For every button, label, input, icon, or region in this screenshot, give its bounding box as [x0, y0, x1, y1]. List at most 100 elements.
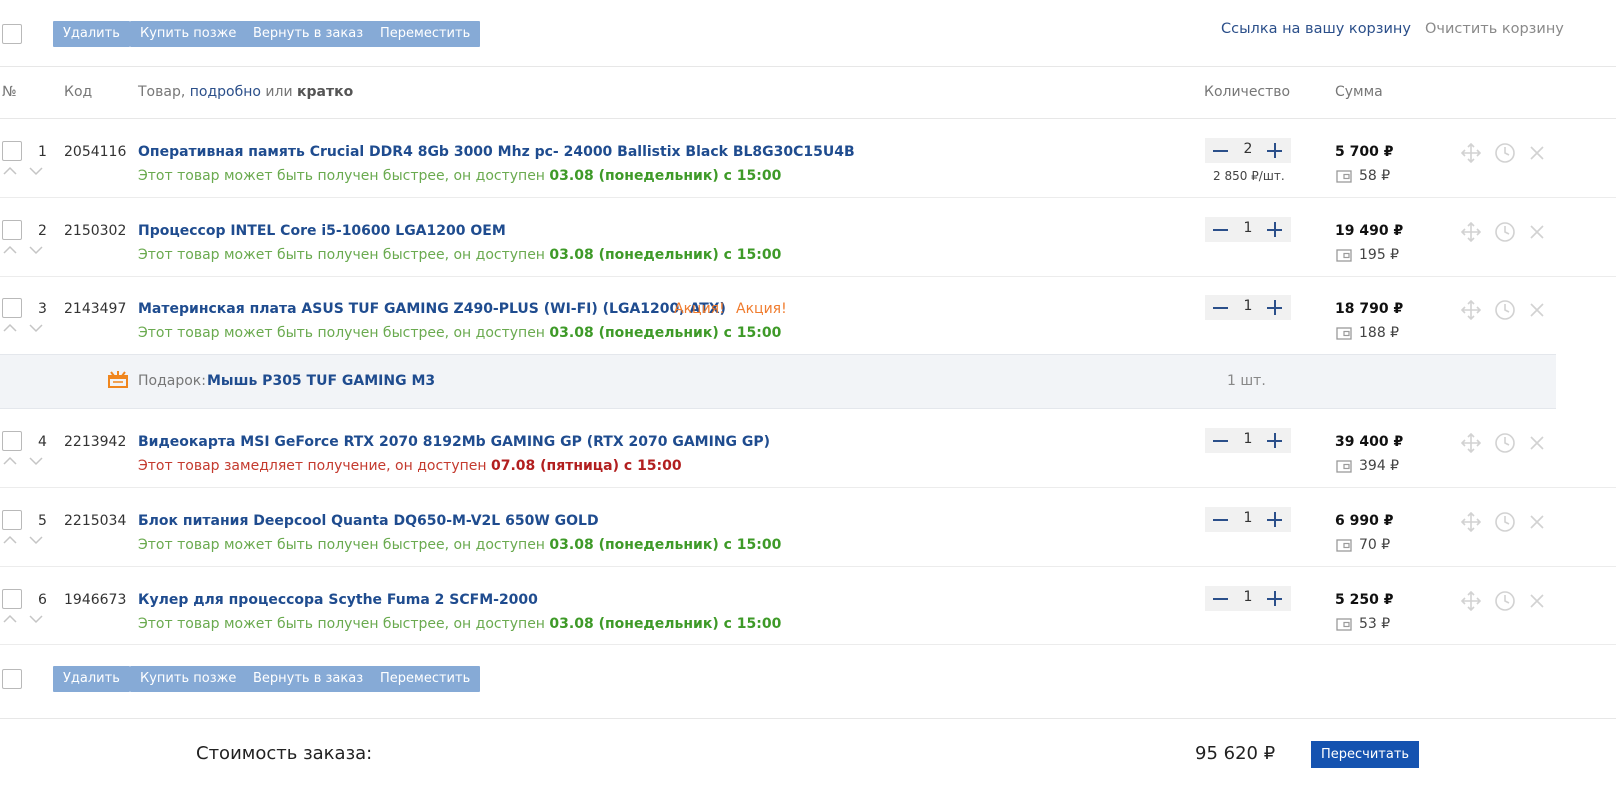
item-title-link[interactable]: Процессор INTEL Core i5-10600 LGA1200 OE… — [138, 223, 506, 239]
item-number: 4 — [38, 434, 47, 450]
move-icon[interactable] — [1460, 221, 1482, 243]
quantity-value[interactable]: 1 — [1233, 589, 1263, 605]
view-brief-link[interactable]: кратко — [297, 84, 353, 100]
close-icon[interactable] — [1526, 221, 1548, 243]
close-icon[interactable] — [1526, 432, 1548, 454]
gift-product-link[interactable]: Мышь P305 TUF GAMING M3 — [207, 373, 435, 389]
item-price: 19 490 ₽ — [1335, 223, 1404, 239]
minus-icon[interactable] — [1207, 138, 1233, 163]
plus-icon[interactable] — [1261, 586, 1287, 611]
item-checkbox[interactable] — [2, 298, 22, 318]
item-title-link[interactable]: Кулер для процессора Scythe Fuma 2 SCFM-… — [138, 592, 538, 608]
clock-icon[interactable] — [1494, 299, 1516, 321]
cart-item-row: 6 1946673 Кулер для процессора Scythe Fu… — [0, 574, 1616, 653]
clock-icon[interactable] — [1494, 142, 1516, 164]
minus-icon[interactable] — [1207, 295, 1233, 320]
select-all-checkbox-bottom[interactable] — [2, 669, 22, 689]
chevron-up-icon[interactable] — [2, 614, 18, 624]
cart-item-row: 3 2143497 Материнская плата ASUS TUF GAM… — [0, 283, 1616, 362]
cart-item-row: 1 2054116 Оперативная память Crucial DDR… — [0, 126, 1616, 205]
item-checkbox[interactable] — [2, 431, 22, 451]
close-icon[interactable] — [1526, 511, 1548, 533]
item-checkbox[interactable] — [2, 220, 22, 240]
chevron-up-icon[interactable] — [2, 245, 18, 255]
move-icon[interactable] — [1460, 432, 1482, 454]
bonus-points: 394 ₽ — [1359, 458, 1400, 474]
wallet-icon — [1336, 539, 1352, 552]
move-icon[interactable] — [1460, 511, 1482, 533]
availability-text: Этот товар замедляет получение, он досту… — [138, 458, 682, 474]
close-icon[interactable] — [1526, 142, 1548, 164]
item-title-link[interactable]: Материнская плата ASUS TUF GAMING Z490-P… — [138, 301, 726, 317]
quantity-value[interactable]: 1 — [1233, 220, 1263, 236]
move-icon[interactable] — [1460, 590, 1482, 612]
plus-icon[interactable] — [1261, 428, 1287, 453]
plus-icon[interactable] — [1261, 507, 1287, 532]
chevron-up-icon[interactable] — [2, 535, 18, 545]
plus-icon[interactable] — [1261, 138, 1287, 163]
order-total-label: Стоимость заказа: — [196, 743, 373, 764]
promo-badge[interactable]: Акция! — [736, 301, 787, 317]
move-button-bottom[interactable]: Переместить — [370, 666, 481, 692]
move-icon[interactable] — [1460, 299, 1482, 321]
chevron-up-icon[interactable] — [2, 166, 18, 176]
quantity-value[interactable]: 1 — [1233, 510, 1263, 526]
chevron-down-icon[interactable] — [28, 456, 44, 466]
minus-icon[interactable] — [1207, 217, 1233, 242]
quantity-value[interactable]: 1 — [1233, 298, 1263, 314]
clock-icon[interactable] — [1494, 432, 1516, 454]
promo-badge[interactable]: Акция! — [674, 301, 725, 317]
chevron-up-icon[interactable] — [2, 456, 18, 466]
quantity-stepper: 1 — [1205, 217, 1291, 242]
quantity-value[interactable]: 1 — [1233, 431, 1263, 447]
row-divider — [0, 197, 1616, 198]
item-price: 39 400 ₽ — [1335, 434, 1404, 450]
move-icon[interactable] — [1460, 142, 1482, 164]
row-divider — [0, 566, 1616, 567]
plus-icon[interactable] — [1261, 217, 1287, 242]
minus-icon[interactable] — [1207, 586, 1233, 611]
header-product-prefix: Товар, — [138, 84, 186, 100]
unit-price: 2 850 ₽/шт. — [1213, 169, 1285, 183]
cart-link[interactable]: Ссылка на вашу корзину — [1221, 21, 1411, 37]
close-icon[interactable] — [1526, 299, 1548, 321]
clock-icon[interactable] — [1494, 590, 1516, 612]
item-checkbox[interactable] — [2, 589, 22, 609]
plus-icon[interactable] — [1261, 295, 1287, 320]
chevron-down-icon[interactable] — [28, 245, 44, 255]
item-code: 2215034 — [64, 513, 127, 529]
return-to-order-button-top[interactable]: Вернуть в заказ — [243, 21, 374, 47]
item-title-link[interactable]: Видеокарта MSI GeForce RTX 2070 8192Mb G… — [138, 434, 770, 450]
minus-icon[interactable] — [1207, 428, 1233, 453]
delete-button-top[interactable]: Удалить — [53, 21, 130, 47]
availability-message: Этот товар может быть получен быстрее, о… — [138, 616, 545, 632]
chevron-down-icon[interactable] — [28, 535, 44, 545]
select-all-checkbox-top[interactable] — [2, 24, 22, 44]
chevron-down-icon[interactable] — [28, 323, 44, 333]
item-checkbox[interactable] — [2, 141, 22, 161]
return-to-order-button-bottom[interactable]: Вернуть в заказ — [243, 666, 374, 692]
availability-text: Этот товар может быть получен быстрее, о… — [138, 537, 781, 553]
minus-icon[interactable] — [1207, 507, 1233, 532]
clock-icon[interactable] — [1494, 221, 1516, 243]
item-title-link[interactable]: Оперативная память Crucial DDR4 8Gb 3000… — [138, 144, 855, 160]
recalculate-button[interactable]: Пересчитать — [1311, 741, 1420, 768]
header-sum: Сумма — [1335, 84, 1383, 100]
clock-icon[interactable] — [1494, 511, 1516, 533]
view-detailed-link[interactable]: подробно — [190, 84, 261, 100]
buy-later-button-top[interactable]: Купить позже — [130, 21, 247, 47]
chevron-up-icon[interactable] — [2, 323, 18, 333]
item-checkbox[interactable] — [2, 510, 22, 530]
clear-cart-link[interactable]: Очистить корзину — [1425, 21, 1564, 37]
quantity-value[interactable]: 2 — [1233, 141, 1263, 157]
divider — [0, 66, 1616, 67]
close-icon[interactable] — [1526, 590, 1548, 612]
item-title-link[interactable]: Блок питания Deepcool Quanta DQ650-M-V2L… — [138, 513, 599, 529]
delete-button-bottom[interactable]: Удалить — [53, 666, 130, 692]
availability-message: Этот товар может быть получен быстрее, о… — [138, 537, 545, 553]
order-total-value: 95 620 ₽ — [1195, 743, 1276, 764]
chevron-down-icon[interactable] — [28, 614, 44, 624]
chevron-down-icon[interactable] — [28, 166, 44, 176]
move-button-top[interactable]: Переместить — [370, 21, 481, 47]
buy-later-button-bottom[interactable]: Купить позже — [130, 666, 247, 692]
